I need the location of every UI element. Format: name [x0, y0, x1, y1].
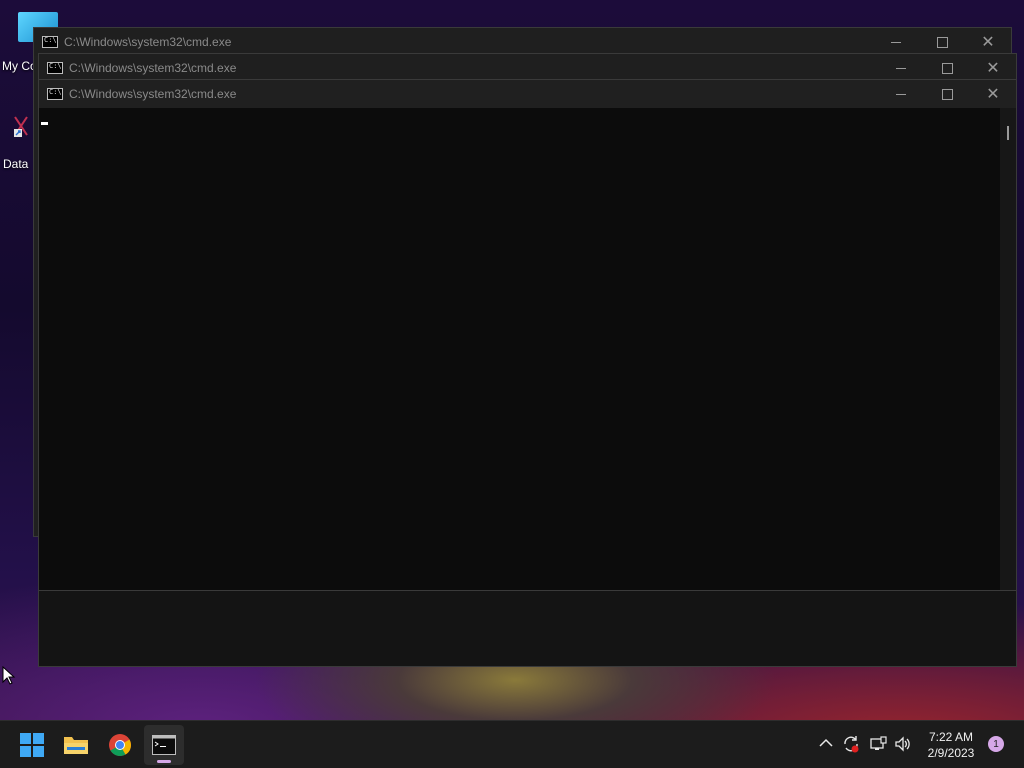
maximize-button[interactable]	[924, 80, 970, 108]
window-lower-pane	[39, 590, 1016, 666]
maximize-button[interactable]	[924, 54, 970, 82]
taskbar-clock[interactable]: 7:22 AM 2/9/2023	[918, 729, 984, 761]
close-button[interactable]: ✕	[970, 54, 1016, 82]
window-titlebar[interactable]: C:\Windows\system32\cmd.exe ✕	[34, 28, 1011, 56]
mouse-pointer-icon	[2, 666, 16, 685]
minimize-button[interactable]	[873, 28, 919, 56]
cmd-icon	[47, 88, 63, 100]
chrome-icon	[109, 734, 131, 756]
minimize-button[interactable]	[878, 80, 924, 108]
taskbar-command-prompt[interactable]	[144, 725, 184, 765]
cmd-icon	[47, 62, 63, 74]
desktop-icon-label: Data	[3, 157, 29, 171]
cmd-window-front[interactable]: C:\Windows\system32\cmd.exe ✕	[38, 79, 1017, 667]
volume-icon[interactable]	[894, 735, 912, 753]
taskbar: 7:22 AM 2/9/2023	[0, 720, 1024, 768]
text-cursor	[41, 122, 48, 125]
cmd-icon	[42, 36, 58, 48]
active-app-indicator	[157, 760, 171, 763]
shortcut-icon	[14, 116, 28, 137]
sync-icon[interactable]	[842, 735, 860, 753]
scrollbar-thumb[interactable]	[1007, 126, 1009, 140]
close-button[interactable]: ✕	[965, 28, 1011, 56]
window-title: C:\Windows\system32\cmd.exe	[69, 61, 237, 75]
clock-time: 7:22 AM	[928, 730, 974, 744]
minimize-button[interactable]	[878, 54, 924, 82]
start-button[interactable]	[12, 725, 52, 765]
console-output[interactable]	[39, 108, 1000, 590]
folder-icon	[64, 737, 88, 754]
cmd-icon	[152, 735, 176, 755]
desktop-icon-label: My Co	[2, 59, 37, 73]
maximize-button[interactable]	[919, 28, 965, 56]
network-icon[interactable]	[869, 735, 887, 753]
vertical-scrollbar[interactable]	[1000, 108, 1016, 590]
notification-badge[interactable]: 1	[988, 736, 1004, 752]
taskbar-chrome[interactable]	[100, 725, 140, 765]
taskbar-file-explorer[interactable]	[56, 725, 96, 765]
chevron-up-icon[interactable]	[819, 738, 833, 748]
clock-date: 2/9/2023	[927, 746, 975, 760]
window-titlebar[interactable]: C:\Windows\system32\cmd.exe ✕	[39, 80, 1016, 108]
windows-start-icon	[20, 733, 44, 757]
window-title: C:\Windows\system32\cmd.exe	[64, 35, 232, 49]
close-button[interactable]: ✕	[970, 80, 1016, 108]
window-titlebar[interactable]: C:\Windows\system32\cmd.exe ✕	[39, 54, 1016, 82]
window-title: C:\Windows\system32\cmd.exe	[69, 87, 237, 101]
